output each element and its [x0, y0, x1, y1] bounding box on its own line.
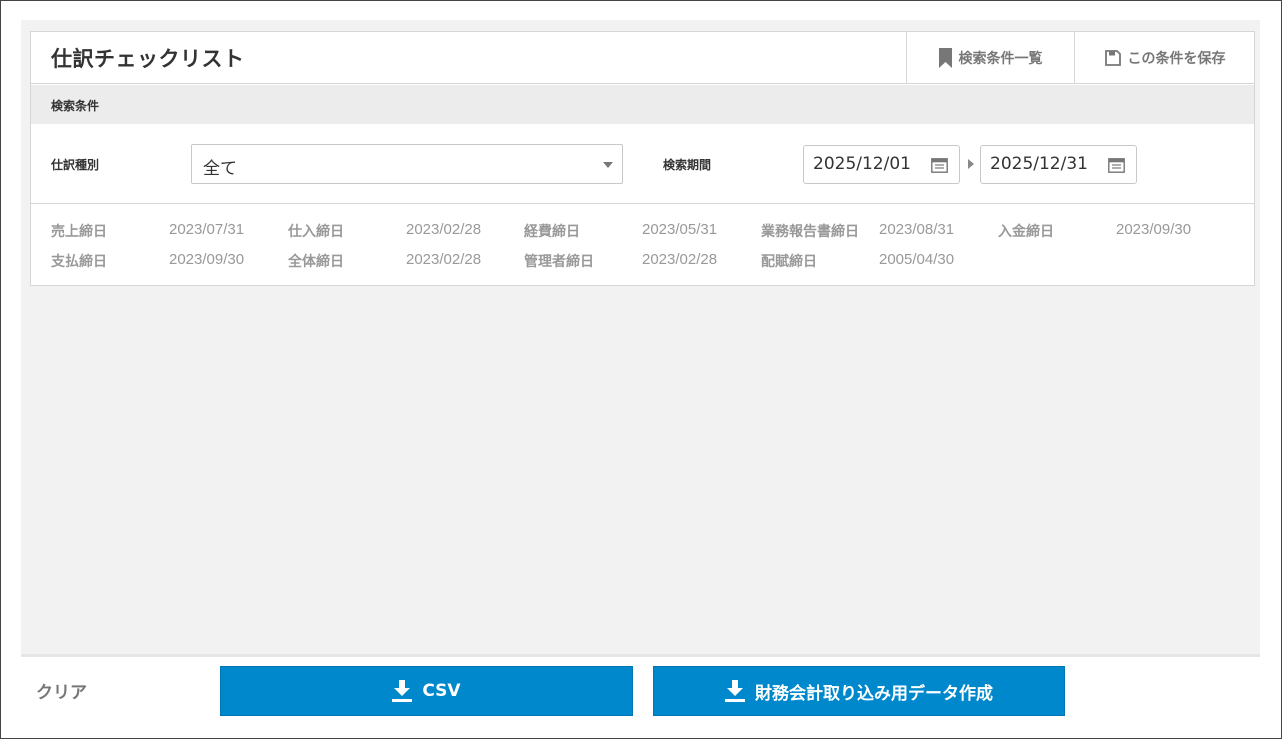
finance-export-button[interactable]: 財務会計取り込み用データ作成 — [653, 666, 1065, 716]
period-from-input[interactable]: 2025/12/01 — [803, 145, 960, 184]
page-title: 仕訳チェックリスト — [51, 47, 245, 71]
csv-download-button[interactable]: CSV — [220, 666, 633, 716]
period-label: 検索期間 — [663, 158, 712, 172]
finance-export-label: 財務会計取り込み用データ作成 — [755, 683, 993, 704]
search-form-row: 仕訳種別 全て 検索期間 2025/12/01 2025/12/31 — [31, 124, 1254, 204]
period-from-value: 2025/12/01 — [813, 154, 911, 174]
closing-date-value: 2005/04/30 — [879, 251, 955, 268]
closing-date-value: 2023/02/28 — [642, 251, 718, 268]
closing-date-value: 2023/09/30 — [169, 251, 245, 268]
calendar-icon[interactable] — [931, 157, 948, 173]
period-to-input[interactable]: 2025/12/31 — [980, 145, 1137, 184]
closing-date-value: 2023/09/30 — [1116, 221, 1192, 238]
bookmark-icon — [938, 47, 952, 68]
closing-date-value: 2023/07/31 — [169, 221, 245, 238]
closing-date-label: 売上締日 — [51, 224, 107, 240]
closing-date-value: 2023/05/31 — [642, 221, 718, 238]
search-condition-list-label: 検索条件一覧 — [958, 50, 1043, 67]
range-arrow-icon — [968, 159, 974, 169]
closing-date-label: 入金締日 — [998, 224, 1054, 240]
closing-date-label: 配賦締日 — [761, 254, 817, 270]
closing-date-value: 2023/02/28 — [406, 251, 482, 268]
panel-header: 仕訳チェックリスト 検索条件一覧 この条件を保存 — [31, 32, 1254, 84]
main-canvas: 仕訳チェックリスト 検索条件一覧 この条件を保存 検索条件 仕訳種別 全て 検索… — [21, 20, 1260, 654]
search-condition-section: 検索条件 — [31, 85, 1254, 124]
calendar-icon[interactable] — [1108, 157, 1125, 173]
journal-type-value: 全て — [203, 159, 237, 179]
clear-button[interactable]: クリア — [36, 678, 87, 703]
search-condition-list-button[interactable]: 検索条件一覧 — [906, 32, 1074, 83]
search-panel: 仕訳チェックリスト 検索条件一覧 この条件を保存 検索条件 仕訳種別 全て 検索… — [30, 31, 1255, 286]
csv-download-label: CSV — [422, 681, 461, 701]
closing-date-label: 経費締日 — [524, 224, 580, 240]
journal-type-select[interactable]: 全て — [191, 144, 623, 184]
period-to-value: 2025/12/31 — [990, 154, 1088, 174]
footer-divider — [21, 654, 1260, 657]
save-condition-label: この条件を保存 — [1127, 50, 1226, 67]
download-icon — [392, 680, 413, 702]
closing-date-label: 業務報告書締日 — [761, 224, 859, 240]
closing-date-value: 2023/08/31 — [879, 221, 955, 238]
save-condition-button[interactable]: この条件を保存 — [1074, 32, 1255, 83]
caret-down-icon — [603, 162, 613, 168]
section-title: 検索条件 — [51, 99, 100, 113]
closing-date-label: 管理者締日 — [524, 254, 594, 270]
journal-type-label: 仕訳種別 — [51, 158, 100, 172]
closing-date-label: 全体締日 — [288, 254, 344, 270]
closing-date-label: 仕入締日 — [288, 224, 344, 240]
closing-date-value: 2023/02/28 — [406, 221, 482, 238]
save-icon — [1104, 49, 1121, 66]
closing-date-label: 支払締日 — [51, 254, 107, 270]
download-icon — [725, 680, 745, 702]
